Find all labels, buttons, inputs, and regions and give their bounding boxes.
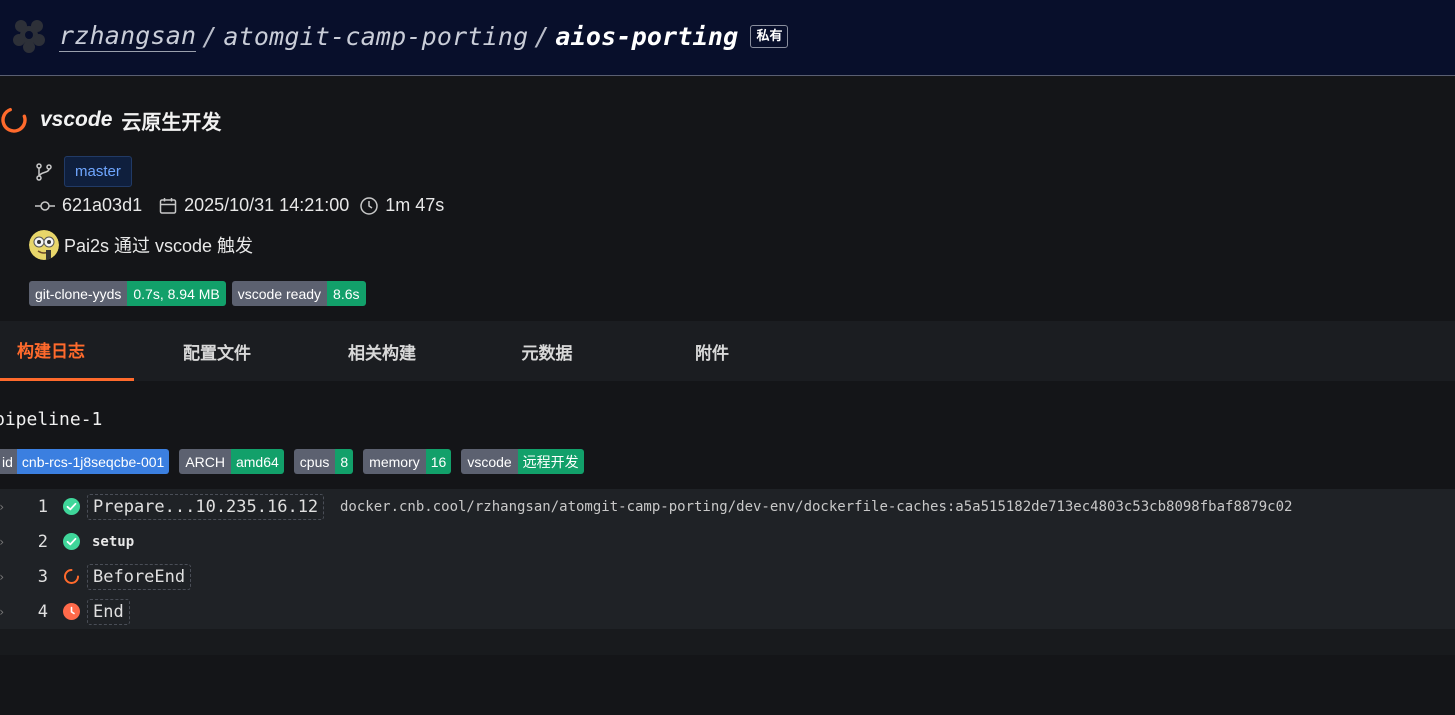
tab-config-file[interactable]: 配置文件 [150, 321, 284, 381]
step-number: 4 [37, 601, 48, 622]
stage-badge-value: 0.7s, 8.94 MB [127, 281, 226, 306]
branch-row: master [34, 156, 132, 187]
pending-clock-icon [63, 603, 80, 620]
tab-attachments[interactable]: 附件 [645, 321, 779, 381]
stage-badge: vscode ready 8.6s [231, 281, 366, 306]
stage-badge-name: git-clone-yyds [29, 281, 128, 306]
pipeline-name: pipeline-1 [0, 409, 103, 430]
step-row[interactable]: › 2 setup [0, 524, 1455, 559]
chevron-right-icon[interactable]: › [0, 605, 5, 619]
stage-badges: git-clone-yyds 0.7s, 8.94 MB vscode read… [29, 281, 372, 306]
breadcrumb-owner-link[interactable]: rzhangsan [59, 21, 197, 52]
label-key: vscode [461, 449, 518, 474]
breadcrumb-group-link[interactable]: atomgit-camp-porting [223, 22, 528, 51]
breadcrumb: rzhangsan / atomgit-camp-porting / aios-… [59, 18, 789, 54]
step-number: 2 [37, 531, 48, 552]
step-number: 3 [37, 566, 48, 587]
breadcrumb-separator: / [534, 21, 550, 51]
breadcrumb-separator: / [202, 21, 218, 51]
step-name[interactable]: Prepare...10.235.16.12 [87, 493, 325, 520]
clock-icon [360, 196, 378, 215]
stage-badge-value: 8.6s [327, 281, 366, 306]
build-title: vscode 云原生开发 [0, 104, 221, 136]
trigger-row: Pai2s 通过 vscode 触发 [29, 230, 253, 260]
top-bar: rzhangsan / atomgit-camp-porting / aios-… [0, 0, 1455, 76]
stage-badge-name: vscode ready [231, 281, 328, 306]
tab-related-builds[interactable]: 相关构建 [315, 321, 449, 381]
build-datetime: 2025/10/31 14:21:00 [184, 195, 350, 215]
label-badge: vscode 远程开发 [461, 449, 584, 474]
pipeline-labels: id cnb-rcs-1j8seqcbe-001 ARCH amd64 cpus… [0, 449, 594, 474]
trigger-text: Pai2s 通过 vscode 触发 [64, 236, 254, 256]
step-name[interactable]: End [87, 598, 130, 625]
commit-hash-link[interactable]: 621a03d1 [62, 195, 142, 216]
calendar-icon [159, 197, 177, 214]
log-footer [0, 629, 1455, 655]
label-key: ARCH [179, 449, 231, 474]
build-description: 云原生开发 [121, 111, 222, 134]
build-duration: 1m 47s [385, 195, 445, 215]
step-row[interactable]: › 4 End [0, 594, 1455, 629]
label-value: 16 [425, 449, 452, 474]
tab-build-log[interactable]: 构建日志 [0, 321, 134, 381]
label-key: cpus [293, 449, 336, 474]
tab-metadata[interactable]: 元数据 [480, 321, 614, 381]
chevron-right-icon[interactable]: › [0, 500, 5, 514]
label-value: 远程开发 [517, 449, 584, 474]
build-meta: 621a03d1 2025/10/31 14:21:00 1m 47s [34, 195, 460, 216]
branch-link[interactable]: master [64, 156, 132, 187]
running-spinner-icon [1, 107, 27, 133]
step-name[interactable]: BeforeEnd [87, 563, 192, 590]
step-detail: docker.cnb.cool/rzhangsan/atomgit-camp-p… [340, 498, 1293, 515]
breadcrumb-repo-link[interactable]: aios-porting [555, 22, 738, 51]
step-name[interactable]: setup [92, 534, 134, 550]
stage-badge: git-clone-yyds 0.7s, 8.94 MB [29, 281, 226, 306]
step-number: 1 [37, 496, 48, 517]
avatar[interactable] [29, 230, 59, 260]
label-value: amd64 [230, 449, 284, 474]
label-key: memory [363, 449, 426, 474]
build-name: vscode [40, 108, 113, 131]
git-commit-icon [35, 200, 55, 211]
step-log-panel: › 1 Prepare...10.235.16.12 docker.cnb.co… [0, 489, 1455, 629]
chevron-right-icon[interactable]: › [0, 535, 5, 549]
label-badge: cpus 8 [293, 449, 354, 474]
step-row[interactable]: › 3 BeforeEnd [0, 559, 1455, 594]
tab-bar: 构建日志 配置文件 相关构建 元数据 附件 [0, 321, 1455, 381]
success-check-icon [63, 498, 80, 515]
success-check-icon [63, 533, 80, 550]
visibility-badge: 私有 [750, 24, 789, 48]
label-badge: memory 16 [363, 449, 452, 474]
label-badge: id cnb-rcs-1j8seqcbe-001 [0, 449, 170, 474]
label-badge: ARCH amd64 [179, 449, 284, 474]
cnb-logo-icon[interactable] [10, 16, 48, 54]
running-spinner-icon [64, 569, 79, 584]
label-value: 8 [335, 449, 354, 474]
step-row[interactable]: › 1 Prepare...10.235.16.12 docker.cnb.co… [0, 489, 1455, 524]
label-key: id [0, 449, 17, 474]
chevron-right-icon[interactable]: › [0, 570, 5, 584]
git-branch-icon [36, 162, 52, 181]
label-value: cnb-rcs-1j8seqcbe-001 [16, 449, 170, 474]
